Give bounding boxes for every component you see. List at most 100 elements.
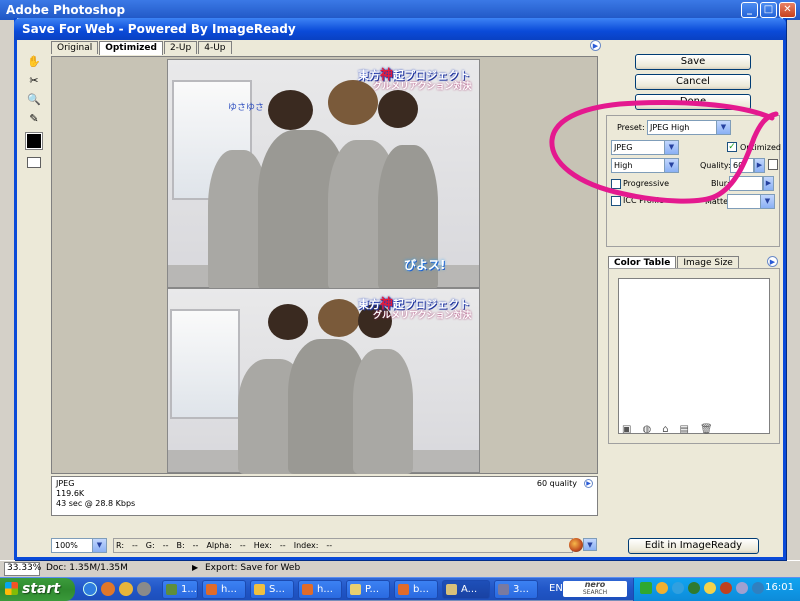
tray-alert-icon[interactable] xyxy=(720,582,732,594)
nero-search-sub: SEARCH xyxy=(582,589,608,596)
save-button[interactable]: Save xyxy=(635,54,751,70)
preview-in-browser-button[interactable]: ▼ xyxy=(569,538,599,553)
preset-select[interactable]: JPEG High ▼ xyxy=(647,120,731,135)
show-desktop-icon[interactable] xyxy=(83,582,97,596)
bottom-bar: 100% ▼ R: -- G: -- B: -- Alpha: -- Hex: -- In… xyxy=(51,538,599,554)
slice-select-tool-icon[interactable]: ✂ xyxy=(25,72,43,89)
quality-label: Quality: xyxy=(700,161,731,170)
windows-logo-icon xyxy=(5,582,18,595)
delete-color-icon[interactable]: 🗑 xyxy=(700,424,713,435)
export-status: Export: Save for Web xyxy=(205,563,301,573)
tab-2-up[interactable]: 2-Up xyxy=(163,41,198,54)
taskbar-item[interactable]: P... xyxy=(346,580,390,599)
taskbar-item[interactable]: b... xyxy=(394,580,438,599)
close-button[interactable]: ✕ xyxy=(779,2,796,18)
language-indicator[interactable]: EN xyxy=(549,583,563,594)
icc-profile-label: ICC Profile xyxy=(623,196,664,205)
color-table-menu-icon[interactable]: ▶ xyxy=(767,256,778,267)
blur-input[interactable] xyxy=(729,176,763,191)
lock-color-icon[interactable]: ⌂ xyxy=(662,424,668,435)
tab-optimized[interactable]: Optimized xyxy=(99,41,163,55)
zoom-tool-icon[interactable]: 🔍 xyxy=(25,91,43,108)
quality-input[interactable]: 60 xyxy=(730,158,754,173)
taskbar-item[interactable]: 3... xyxy=(494,580,538,599)
nero-search-box[interactable]: nero SEARCH xyxy=(563,581,627,597)
tray-app-icon[interactable] xyxy=(656,582,668,594)
media-icon[interactable] xyxy=(137,582,151,596)
status-menu-arrow-icon[interactable]: ▶ xyxy=(192,563,198,572)
preset-label: Preset: xyxy=(617,123,645,132)
color-table-actions: ▣ ◍ ⌂ ▤ 🗑 xyxy=(622,424,713,435)
tray-network-icon[interactable] xyxy=(672,582,684,594)
optimization-info: JPEG 119.6K 43 sec @ 28.8 Kbps 60 qualit… xyxy=(51,476,598,516)
hand-tool-icon[interactable]: ✋ xyxy=(25,53,43,70)
matte-select[interactable]: ▼ xyxy=(727,194,775,209)
chevron-down-icon: ▼ xyxy=(92,539,106,552)
taskbar-item[interactable]: S... xyxy=(250,580,294,599)
color-readout: R: -- G: -- B: -- Alpha: -- Hex: -- Index: -- xyxy=(113,538,573,553)
progressive-checkbox[interactable] xyxy=(611,179,621,189)
window-controls: _ □ ✕ xyxy=(741,2,796,18)
taskbar-item[interactable]: h... xyxy=(202,580,246,599)
compression-quality-select[interactable]: High ▼ xyxy=(611,158,679,173)
edit-in-imageready-button[interactable]: Edit in ImageReady xyxy=(628,538,759,554)
view-tabs: Original Optimized 2-Up 4-Up xyxy=(51,41,233,55)
photoshop-title: Adobe Photoshop xyxy=(6,3,126,17)
done-button[interactable]: Done xyxy=(635,94,751,110)
taskbar-item[interactable]: h... xyxy=(298,580,342,599)
blur-label: Blur: xyxy=(711,179,730,188)
go-arrow-icon[interactable] xyxy=(640,582,652,594)
minimize-button[interactable]: _ xyxy=(741,2,758,18)
preview-canvas[interactable]: ゆさゆさ 東方神起プロジェクト グルメリアクション対決 びよス! 東方神起プロジ… xyxy=(51,56,598,474)
photoshop-title-bar: Adobe Photoshop _ □ ✕ xyxy=(0,0,800,20)
tray-volume-icon[interactable] xyxy=(736,582,748,594)
taskbar-item[interactable]: 1... xyxy=(162,580,198,599)
chevron-down-icon: ▼ xyxy=(760,195,774,208)
dialog-title: Save For Web - Powered By ImageReady xyxy=(14,18,786,40)
tab-original[interactable]: Original xyxy=(51,41,99,54)
optimized-label: Optimized xyxy=(740,143,781,152)
scene-window xyxy=(170,309,240,419)
messenger-icon[interactable] xyxy=(119,582,133,596)
clock[interactable]: 16:01 xyxy=(765,582,794,593)
document-size: Doc: 1.35M/1.35M xyxy=(46,563,128,573)
icc-profile-checkbox[interactable] xyxy=(611,196,621,206)
blur-slider-arrow-icon[interactable]: ▶ xyxy=(763,176,774,191)
nero-logo: nero xyxy=(584,580,606,589)
browser-icon xyxy=(569,538,583,552)
cancel-button[interactable]: Cancel xyxy=(635,74,751,90)
save-for-web-dialog: Save For Web - Powered By ImageReady ✋ ✂… xyxy=(14,18,786,560)
quality-slider-arrow-icon[interactable]: ▶ xyxy=(754,158,765,173)
file-format-select[interactable]: JPEG ▼ xyxy=(611,140,679,155)
new-color-icon[interactable]: ▤ xyxy=(680,424,689,435)
quality-channel-icon[interactable] xyxy=(768,159,778,170)
info-quality: 60 quality xyxy=(536,479,577,488)
map-to-web-icon[interactable]: ▣ xyxy=(622,424,631,435)
toggle-slices-icon[interactable] xyxy=(27,157,41,168)
maximize-button[interactable]: □ xyxy=(760,2,777,18)
eyedropper-color-swatch[interactable] xyxy=(25,132,43,150)
optimized-checkbox[interactable]: ✓ xyxy=(727,142,737,152)
taskbar-item-active[interactable]: A... xyxy=(442,580,490,599)
start-button[interactable]: start xyxy=(0,578,75,601)
info-size: 119.6K xyxy=(56,489,85,498)
tray-messenger-icon[interactable] xyxy=(704,582,716,594)
info-menu-icon[interactable]: ▶ xyxy=(584,479,593,488)
tray-security-icon[interactable] xyxy=(688,582,700,594)
image-caption-line2: グルメリアクション対決 xyxy=(373,82,472,92)
tab-4-up[interactable]: 4-Up xyxy=(198,41,232,54)
firefox-icon[interactable] xyxy=(101,582,115,596)
info-download-time: 43 sec @ 28.8 Kbps xyxy=(56,499,136,508)
optimization-settings: Preset: JPEG High ▼ JPEG ▼ ✓ Optimized H… xyxy=(606,115,781,247)
photoshop-status-bar: 33.33% Doc: 1.35M/1.35M ▶ Export: Save f… xyxy=(0,560,800,577)
preview-menu-icon[interactable]: ▶ xyxy=(590,40,601,51)
color-table-panel xyxy=(608,268,780,444)
zoom-level-select[interactable]: 100% ▼ xyxy=(51,538,107,553)
image-note: ゆさゆさ xyxy=(228,103,265,113)
web-shift-icon[interactable]: ◍ xyxy=(642,424,651,435)
tray-update-icon[interactable] xyxy=(752,582,764,594)
eyedropper-tool-icon[interactable]: ✎ xyxy=(25,110,43,127)
system-tray: 16:01 xyxy=(633,578,800,601)
document-zoom[interactable]: 33.33% xyxy=(4,562,41,576)
color-table-swatches[interactable] xyxy=(618,278,770,434)
